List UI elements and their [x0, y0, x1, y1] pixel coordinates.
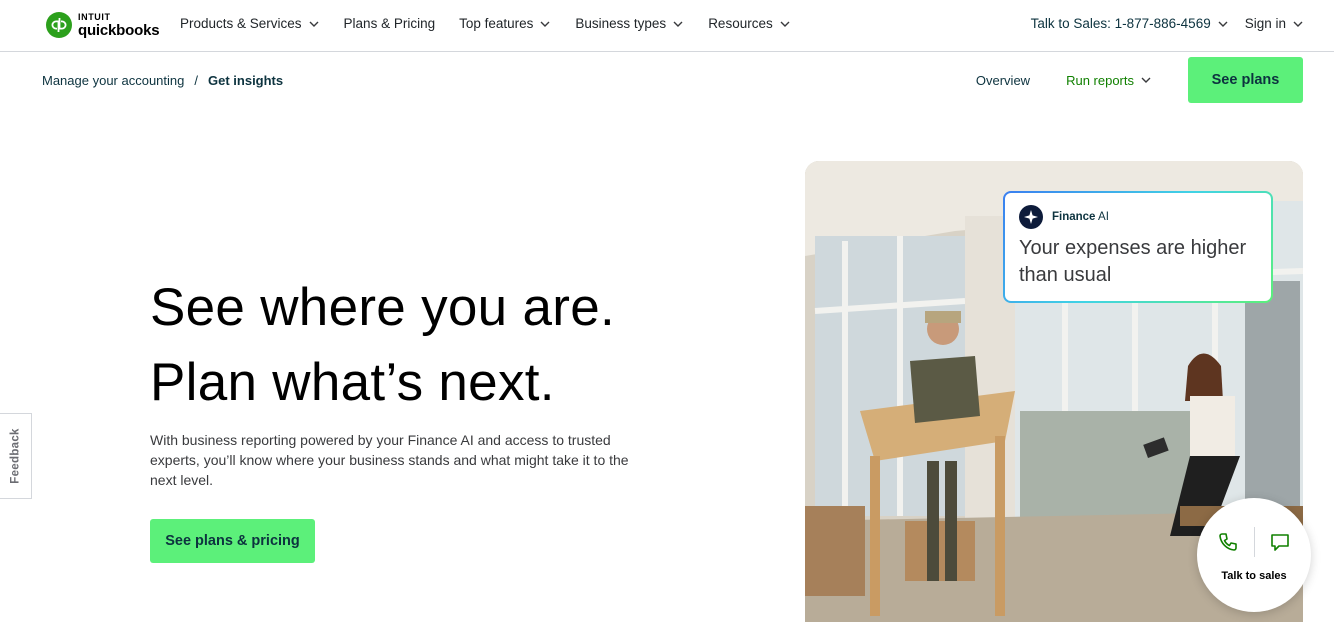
- subnav-actions: Overview Run reports See plans: [976, 57, 1303, 103]
- breadcrumb-separator: /: [194, 73, 198, 88]
- qb-logo-icon: [46, 12, 72, 38]
- finance-ai-title: Finance AI: [1052, 211, 1109, 223]
- hero-title-line-1: See where you are.: [150, 278, 616, 337]
- quickbooks-logo[interactable]: INTUIT quickbooks: [46, 11, 160, 39]
- run-reports-label: Run reports: [1066, 72, 1134, 88]
- chevron-down-icon: [673, 21, 683, 27]
- talk-to-sales-label: Talk to Sales: 1-877-886-4569: [1030, 16, 1211, 31]
- see-plans-button[interactable]: See plans: [1188, 57, 1303, 103]
- nav-products-services[interactable]: Products & Services: [180, 16, 320, 31]
- top-navigation: INTUIT quickbooks Products & Services Pl…: [0, 0, 1334, 52]
- hero-title-line-2: Plan what’s next.: [150, 353, 555, 412]
- nav-item-label: Plans & Pricing: [343, 16, 436, 31]
- feedback-tab[interactable]: Feedback: [0, 413, 32, 499]
- chevron-down-icon: [1218, 21, 1228, 27]
- talk-to-sales-widget[interactable]: Talk to sales: [1197, 498, 1311, 612]
- main-menu: Products & Services Plans & Pricing Top …: [180, 16, 815, 31]
- nav-top-features[interactable]: Top features: [459, 16, 551, 31]
- breadcrumb-current: Get insights: [208, 73, 284, 88]
- finance-ai-card: Finance AI Your expenses are higher than…: [1003, 191, 1273, 303]
- breadcrumb: Manage your accounting / Get insights: [42, 73, 283, 88]
- logo-quickbooks-text: quickbooks: [78, 21, 160, 39]
- sign-in-label: Sign in: [1244, 16, 1286, 31]
- sub-navigation: Manage your accounting / Get insights Ov…: [0, 53, 1334, 109]
- run-reports-dropdown[interactable]: Run reports: [1066, 73, 1152, 88]
- chevron-down-icon: [540, 21, 550, 27]
- talk-to-sales-link[interactable]: Talk to Sales: 1-877-886-4569: [1031, 16, 1229, 31]
- overview-label: Overview: [975, 72, 1031, 88]
- nav-item-label: Business types: [575, 16, 667, 31]
- overview-link[interactable]: Overview: [976, 73, 1030, 88]
- logo-intuit-text: INTUIT: [78, 11, 111, 22]
- nav-business-types[interactable]: Business types: [575, 16, 684, 31]
- feedback-label: Feedback: [9, 428, 22, 484]
- chevron-down-icon: [1141, 77, 1151, 83]
- phone-icon[interactable]: [1217, 531, 1239, 553]
- nav-item-label: Resources: [708, 16, 773, 31]
- nav-right-group: Talk to Sales: 1-877-886-4569 Sign in: [1015, 16, 1304, 31]
- breadcrumb-parent[interactable]: Manage your accounting: [42, 73, 184, 88]
- chat-icon[interactable]: [1269, 531, 1291, 553]
- chevron-down-icon: [309, 21, 319, 27]
- nav-plans-pricing[interactable]: Plans & Pricing: [344, 16, 436, 31]
- divider: [1253, 527, 1255, 557]
- nav-resources[interactable]: Resources: [708, 16, 791, 31]
- see-plans-pricing-button[interactable]: See plans & pricing: [150, 519, 315, 563]
- nav-item-label: Products & Services: [180, 16, 302, 31]
- finance-ai-message: Your expenses are higher than usual: [1019, 237, 1247, 286]
- hero-title: See where you are. Plan what’s next.: [150, 270, 615, 420]
- nav-item-label: Top features: [459, 16, 534, 31]
- hero-description: With business reporting powered by your …: [150, 432, 629, 488]
- chevron-down-icon: [1293, 21, 1303, 27]
- finance-ai-suffix: AI: [1098, 211, 1109, 223]
- sparkle-icon: [1019, 205, 1043, 229]
- finance-ai-brand: Finance: [1052, 211, 1096, 223]
- talk-to-sales-bubble-label: Talk to sales: [1221, 570, 1287, 582]
- chevron-down-icon: [780, 21, 790, 27]
- sign-in-link[interactable]: Sign in: [1245, 16, 1304, 31]
